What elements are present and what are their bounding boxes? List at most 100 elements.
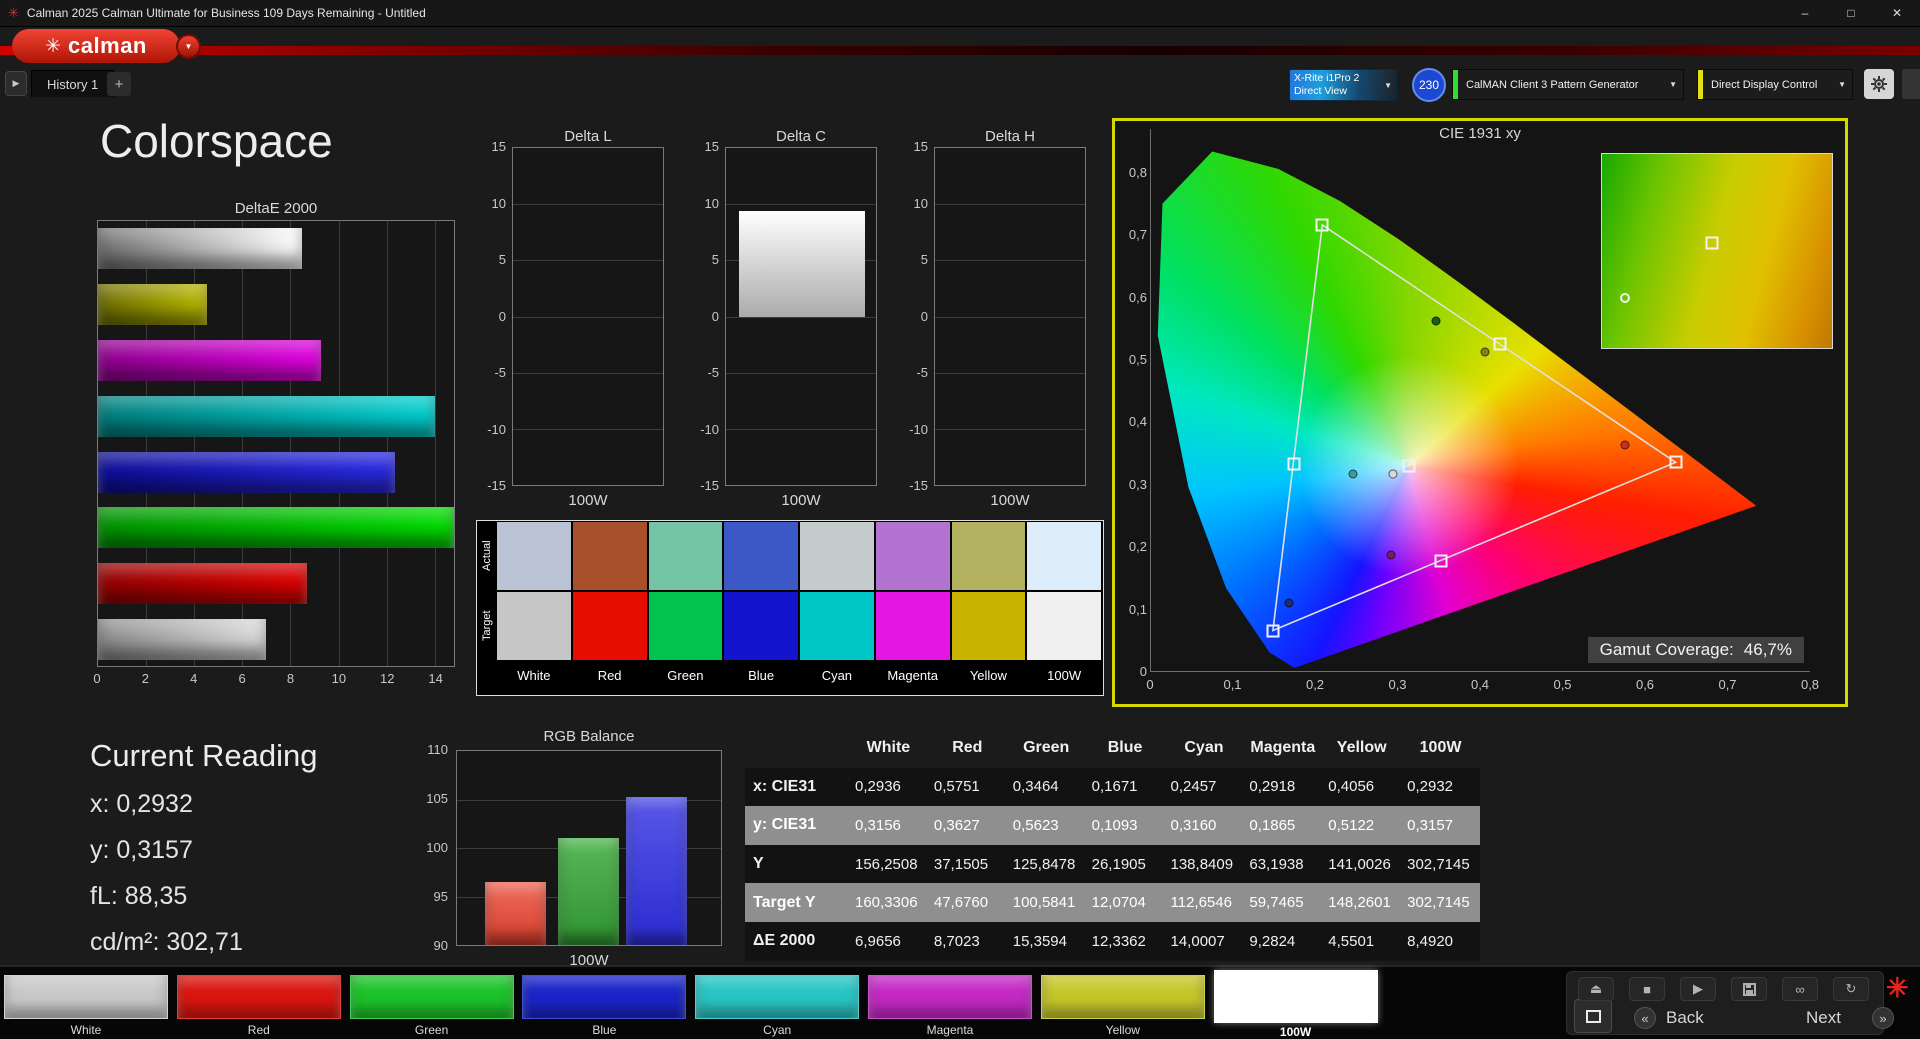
table-cell: 0,5751 <box>928 768 1007 807</box>
pattern-swatch-100w[interactable] <box>1214 970 1378 1023</box>
pattern-swatch-red[interactable] <box>177 975 341 1019</box>
close-button[interactable]: ✕ <box>1874 0 1920 26</box>
link-button[interactable]: ∞ <box>1782 977 1818 1001</box>
measurement-table: WhiteRedGreenBlueCyanMagentaYellow100Wx:… <box>745 729 1480 961</box>
measured-marker-red <box>1620 441 1629 450</box>
axis-tick-label: 8 <box>287 671 294 686</box>
calman-menu-caret[interactable]: ▼ <box>176 34 201 59</box>
column-header-100w: 100W <box>1401 729 1480 768</box>
gridline <box>935 204 1085 205</box>
tab-history-1[interactable]: History 1 <box>31 70 114 97</box>
pattern-swatch-white[interactable] <box>4 975 168 1019</box>
table-cell: 0,4056 <box>1322 768 1401 807</box>
target-swatch-white <box>497 592 571 660</box>
axis-tick-label: 0 <box>884 309 928 324</box>
eject-button[interactable]: ⏏ <box>1578 977 1614 1001</box>
table-cell: 0,3156 <box>849 806 928 845</box>
column-header-white: White <box>849 729 928 768</box>
stop-button[interactable]: ■ <box>1629 977 1665 1001</box>
column-header-magenta: Magenta <box>1243 729 1322 768</box>
next-button[interactable]: Next <box>1806 1008 1841 1028</box>
minimize-button[interactable]: – <box>1782 0 1828 26</box>
y-axis-tick-label: 0,1 <box>1117 602 1147 617</box>
back-button[interactable]: Back <box>1666 1008 1704 1028</box>
rgb-balance-title: RGB Balance <box>456 728 722 745</box>
save-icon <box>1743 983 1756 996</box>
meter-badge[interactable]: 230 <box>1412 68 1446 102</box>
target-swatch-red <box>573 592 647 660</box>
deltae-bar-100w <box>98 228 302 269</box>
table-cell: 6,9656 <box>849 922 928 961</box>
axis-tick-label: 6 <box>239 671 246 686</box>
page-title: Colorspace <box>100 114 333 168</box>
swatch-label: Yellow <box>952 662 1026 688</box>
pattern-swatch-blue[interactable] <box>522 975 686 1019</box>
pattern-swatch-green[interactable] <box>350 975 514 1019</box>
column-header-yellow: Yellow <box>1322 729 1401 768</box>
app-window: ✳ Calman 2025 Calman Ultimate for Busine… <box>0 0 1920 1039</box>
swatch-label: White <box>497 662 571 688</box>
swatch-column-red: Red <box>573 522 647 688</box>
meter-dropdown[interactable]: X-Rite i1Pro 2 Direct View ▼ <box>1289 69 1397 101</box>
play-button[interactable]: ▶ <box>1680 977 1716 1001</box>
gridline <box>935 373 1085 374</box>
gridline <box>513 317 663 318</box>
deltae-bar-blue <box>98 452 395 493</box>
maximize-button[interactable]: □ <box>1828 0 1874 26</box>
axis-tick-label: -15 <box>462 478 506 493</box>
table-cell: 26,1905 <box>1086 845 1165 884</box>
x-axis-tick-label: 0,8 <box>1801 677 1819 692</box>
swatch-columns: WhiteRedGreenBlueCyanMagentaYellow100W <box>497 522 1101 688</box>
column-header-blue: Blue <box>1086 729 1165 768</box>
title-bar: ✳ Calman 2025 Calman Ultimate for Busine… <box>0 0 1920 27</box>
tab-scroll-button[interactable]: ▶ <box>5 71 27 96</box>
gridline <box>435 221 436 666</box>
pattern-swatch-cyan[interactable] <box>695 975 859 1019</box>
chart-plot-area <box>725 147 877 486</box>
display-control-dropdown[interactable]: Direct Display Control ▼ <box>1697 69 1853 100</box>
table-cell: 302,7145 <box>1401 883 1480 922</box>
row-label: Target Y <box>745 883 849 922</box>
axis-tick-label: 14 <box>428 671 442 686</box>
next-arrow-icon[interactable]: » <box>1872 1007 1894 1029</box>
target-marker-cyan <box>1288 457 1301 470</box>
actual-swatch-blue <box>724 522 798 590</box>
collapsed-panel-button[interactable] <box>1902 69 1920 99</box>
measured-marker-100w <box>1388 470 1397 479</box>
back-arrow-icon[interactable]: « <box>1634 1007 1656 1029</box>
refresh-button[interactable]: ↻ <box>1833 977 1869 1001</box>
target-swatch-magenta <box>876 592 950 660</box>
axis-tick-label: 4 <box>190 671 197 686</box>
table-cell: 148,2601 <box>1322 883 1401 922</box>
window-controls: – □ ✕ <box>1782 0 1920 26</box>
pattern-swatch-magenta[interactable] <box>868 975 1032 1019</box>
axis-tick-label: 100 <box>408 840 448 855</box>
gridline <box>513 204 663 205</box>
y-axis-tick-label: 0,5 <box>1117 352 1147 367</box>
rgb-bar-red <box>485 882 546 945</box>
gamut-coverage-value: 46,7% <box>1744 640 1792 660</box>
deltae-chart-title: DeltaE 2000 <box>97 200 455 217</box>
save-button[interactable] <box>1731 977 1767 1001</box>
swatch-column-100w: 100W <box>1027 522 1101 688</box>
axis-label: 100W <box>934 492 1086 509</box>
table-cell: 0,2932 <box>1401 768 1480 807</box>
pattern-generator-dropdown[interactable]: CalMAN Client 3 Pattern Generator ▼ <box>1452 69 1684 100</box>
measured-marker-cyan <box>1349 470 1358 479</box>
axis-tick-label: 5 <box>884 252 928 267</box>
gridline <box>513 429 663 430</box>
calman-logo[interactable]: ✳ calman <box>12 29 180 63</box>
gridline <box>726 373 876 374</box>
settings-button[interactable] <box>1864 69 1894 99</box>
pattern-swatch-yellow[interactable] <box>1041 975 1205 1019</box>
layout-button[interactable] <box>1574 999 1612 1033</box>
add-tab-button[interactable]: + <box>107 72 131 96</box>
table-cell: 160,3306 <box>849 883 928 922</box>
deltae-bar-white <box>98 619 266 660</box>
x-axis-tick-label: 0,6 <box>1636 677 1654 692</box>
y-axis-tick-label: 0,7 <box>1117 227 1147 242</box>
actual-swatch-green <box>649 522 723 590</box>
table-cell: 156,2508 <box>849 845 928 884</box>
actual-swatch-yellow <box>952 522 1026 590</box>
gridline <box>513 373 663 374</box>
